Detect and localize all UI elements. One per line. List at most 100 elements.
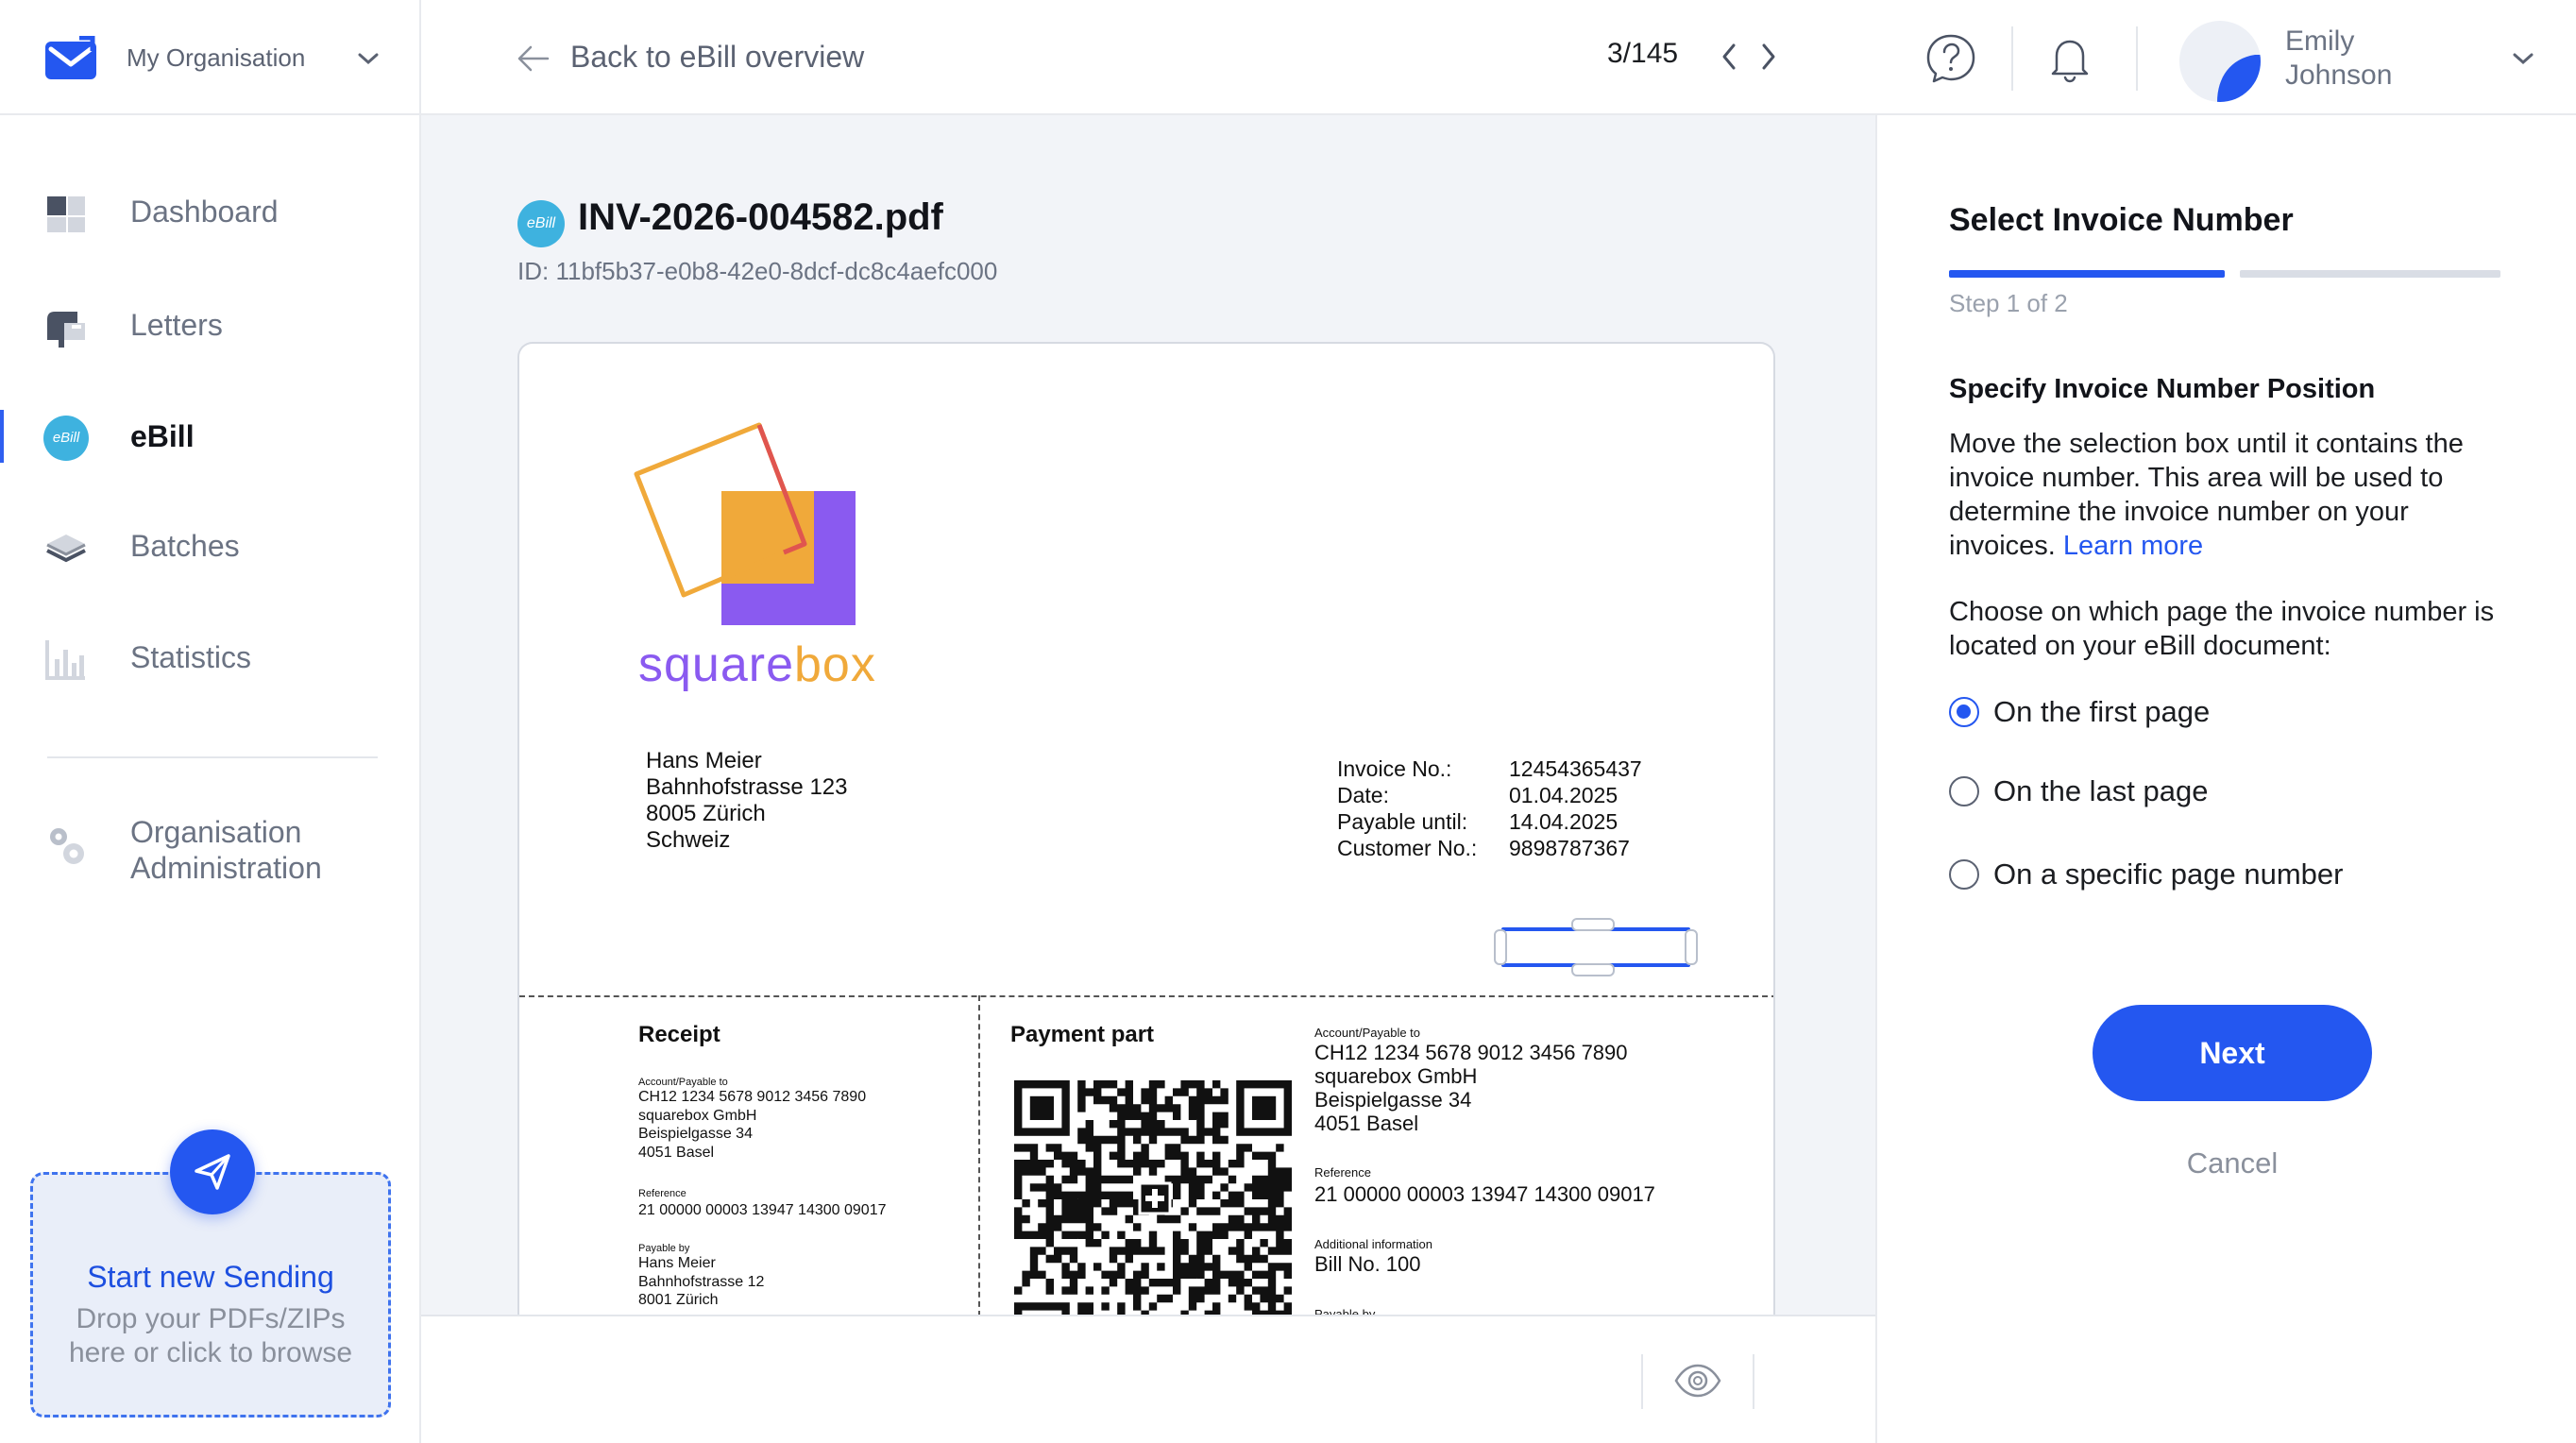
receipt-payable-by: Hans Meier Bahnhofstrasse 12 8001 Zürich xyxy=(638,1255,765,1308)
step-progress-active xyxy=(1949,270,2225,278)
step-progress-inactive xyxy=(2240,270,2500,278)
payment-account-label: Account/Payable to xyxy=(1314,1026,1421,1040)
divider xyxy=(2136,26,2138,91)
recipient-address: Hans Meier Bahnhofstrasse 123 8005 Züric… xyxy=(646,748,848,853)
meta-row: Payable until: 14.04.2025 xyxy=(1337,809,1618,834)
chevron-down-icon[interactable] xyxy=(355,49,381,68)
document-filename: INV-2026-004582.pdf xyxy=(578,196,943,238)
radio-last-page[interactable]: On the last page xyxy=(1949,771,2478,812)
eye-icon[interactable] xyxy=(1673,1360,1722,1401)
ebill-icon: eBill xyxy=(43,416,89,461)
ebill-badge: eBill xyxy=(517,200,565,247)
avatar xyxy=(2179,21,2261,102)
additional-info-label: Additional information xyxy=(1314,1237,1433,1251)
radio-button[interactable] xyxy=(1949,859,1979,890)
divider xyxy=(2011,26,2013,91)
sidebar-item-label: Batches xyxy=(130,529,240,563)
chevron-right-icon[interactable] xyxy=(1754,38,1781,76)
payment-reference-label: Reference xyxy=(1314,1165,1371,1180)
radio-label: On the last page xyxy=(1993,774,2209,807)
user-menu[interactable]: Emily Johnson xyxy=(2179,17,2557,102)
wizard-panel: Select Invoice Number Step 1 of 2 Specif… xyxy=(1875,115,2576,1443)
meta-row: Customer No.: 9898787367 xyxy=(1337,836,1630,860)
bar-chart-icon xyxy=(45,640,85,680)
pager-count: 3/145 xyxy=(1607,38,1679,69)
resize-handle-top[interactable] xyxy=(1571,918,1615,931)
panel-title: Select Invoice Number xyxy=(1949,202,2294,238)
start-sending-button[interactable] xyxy=(170,1129,255,1214)
radio-button[interactable] xyxy=(1949,776,1979,806)
invoice-number-selection-box[interactable] xyxy=(1494,918,1698,976)
meta-row: Date: 01.04.2025 xyxy=(1337,783,1618,807)
document-id: ID: 11bf5b37-e0b8-42e0-8dcf-dc8c4aefc000 xyxy=(517,257,998,285)
envelope-logo-icon xyxy=(45,36,96,79)
document-toolbar xyxy=(421,1315,1875,1443)
layers-icon xyxy=(46,535,86,563)
resize-handle-bottom[interactable] xyxy=(1571,963,1615,976)
qr-code xyxy=(1014,1080,1292,1315)
radio-label: On a specific page number xyxy=(1993,857,2344,891)
additional-info: Bill No. 100 xyxy=(1314,1252,1421,1276)
payment-reference: 21 00000 00003 13947 14300 09017 xyxy=(1314,1182,1655,1206)
learn-more-link[interactable]: Learn more xyxy=(2063,531,2203,561)
back-label: Back to eBill overview xyxy=(570,40,865,74)
dashboard-icon xyxy=(47,196,85,232)
receipt-reference-label: Reference xyxy=(638,1188,686,1199)
sidebar-item-label: Organisation Administration xyxy=(130,815,322,885)
dropzone-hint: Drop your PDFs/ZIPs here or click to bro… xyxy=(68,1303,353,1368)
instructions-text: Move the selection box until it contains… xyxy=(1949,429,2464,561)
user-name: Emily Johnson xyxy=(2285,25,2393,91)
organisation-name: My Organisation xyxy=(127,43,306,72)
chevron-left-icon[interactable] xyxy=(1717,38,1743,76)
sidebar-item-letters[interactable]: Letters xyxy=(0,287,419,363)
resize-handle-left[interactable] xyxy=(1494,929,1507,965)
receipt-reference: 21 00000 00003 13947 14300 09017 xyxy=(638,1202,887,1218)
organisation-switcher[interactable]: My Organisation xyxy=(0,0,421,115)
resize-handle-right[interactable] xyxy=(1685,929,1698,965)
receipt-account: CH12 1234 5678 9012 3456 7890 squarebox … xyxy=(638,1089,867,1161)
chevron-down-icon xyxy=(2513,53,2534,65)
choose-page-text: Choose on which page the invoice number … xyxy=(1949,597,2495,661)
payment-payable-by-label: Payable by xyxy=(1314,1307,1376,1315)
bell-icon[interactable] xyxy=(2043,32,2096,85)
meta-row: Invoice No.: 12454365437 xyxy=(1337,756,1642,781)
step-label: Step 1 of 2 xyxy=(1949,289,2068,317)
divider xyxy=(1641,1354,1643,1409)
sidebar-item-label: Letters xyxy=(130,308,223,342)
help-icon[interactable] xyxy=(1924,32,1977,85)
sidebar-item-organisation-administration[interactable]: Organisation Administration xyxy=(0,801,419,905)
divider xyxy=(47,756,378,758)
radio-first-page[interactable]: On the first page xyxy=(1949,691,2478,733)
start-sending-title: Start new Sending xyxy=(87,1260,334,1294)
sidebar-item-label: Statistics xyxy=(130,640,252,674)
radio-specific-page[interactable]: On a specific page number xyxy=(1949,854,2478,895)
sidebar-item-ebill[interactable]: eBill eBill xyxy=(0,399,419,474)
sidebar-item-statistics[interactable]: Statistics xyxy=(0,620,419,695)
payment-part-title: Payment part xyxy=(1010,1022,1155,1047)
sidebar-item-batches[interactable]: Batches xyxy=(0,508,419,584)
document-viewer: eBill INV-2026-004582.pdf ID: 11bf5b37-e… xyxy=(421,115,1875,1315)
perforation-line xyxy=(978,995,980,1315)
invoice-meta-table: Invoice No.: 12454365437 Date: 01.04.2025 … xyxy=(1337,755,1642,861)
top-bar: Back to eBill overview 3/145 Emily Johns… xyxy=(421,0,2576,115)
sidebar-item-label: eBill xyxy=(130,419,195,453)
squarebox-logo-wordmark: squarebox xyxy=(638,637,876,692)
sidebar-item-label: Dashboard xyxy=(130,195,279,229)
perforation-line xyxy=(519,995,1773,997)
document-page: squarebox Hans Meier Bahnhofstrasse 123 … xyxy=(517,342,1775,1315)
divider xyxy=(1753,1354,1754,1409)
receipt-title: Receipt xyxy=(638,1022,720,1047)
radio-label: On the first page xyxy=(1993,695,2211,728)
next-button[interactable]: Next xyxy=(2093,1005,2372,1101)
squarebox-logo-mark xyxy=(634,422,856,625)
arrow-left-icon xyxy=(517,45,550,72)
cancel-button[interactable]: Cancel xyxy=(2093,1146,2372,1194)
qr-finder-top-left xyxy=(1014,1080,1070,1136)
qr-finder-top-right xyxy=(1236,1080,1292,1136)
gears-icon xyxy=(50,828,84,864)
sidebar-item-dashboard[interactable]: Dashboard xyxy=(0,174,419,249)
qr-finder-bottom-left xyxy=(1014,1302,1070,1315)
sidebar: My Organisation Dashboard Letters eBill … xyxy=(0,0,421,1443)
section-heading: Specify Invoice Number Position xyxy=(1949,374,2376,404)
radio-button[interactable] xyxy=(1949,697,1979,727)
